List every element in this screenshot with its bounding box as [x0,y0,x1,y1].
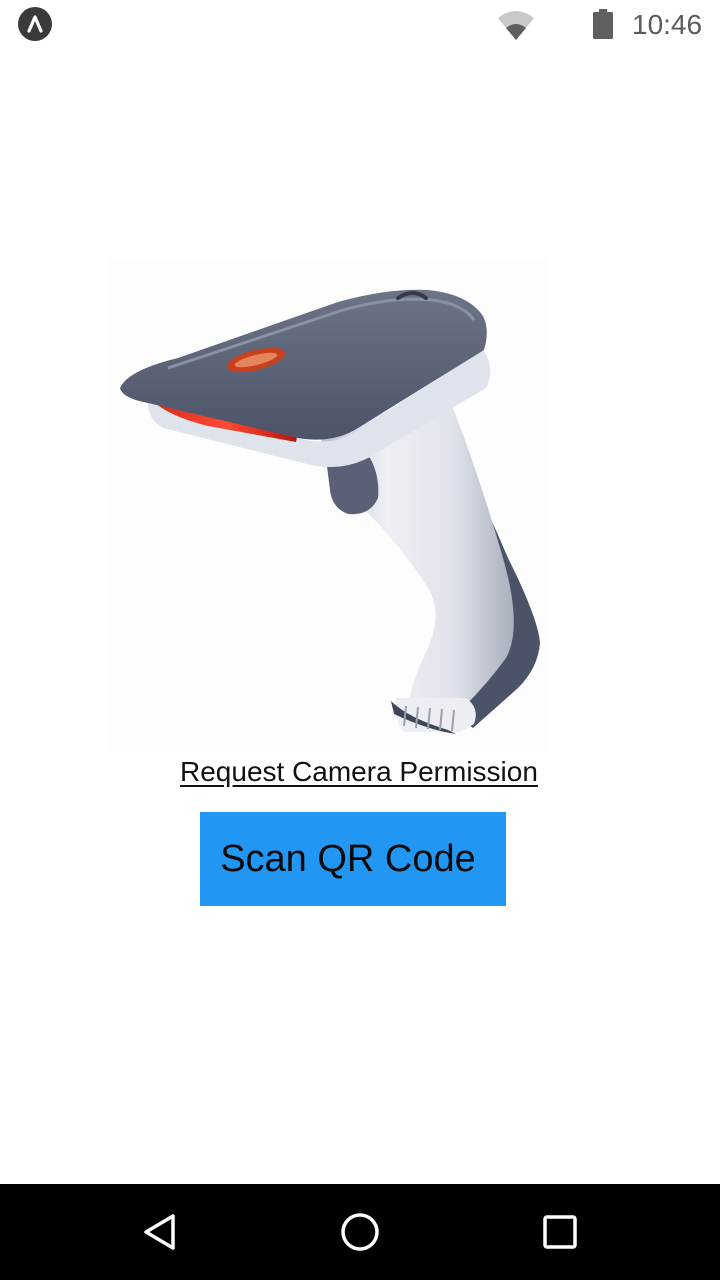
app-screen: 10:46 Request Camera Permission Scan QR … [0,0,720,1280]
status-bar: 10:46 [0,0,720,48]
scan-qr-code-button-label: Scan QR Code [220,838,476,880]
home-icon[interactable] [335,1208,385,1258]
app-notification-icon [18,7,52,41]
back-icon[interactable] [136,1208,186,1258]
system-navigation-bar [0,1184,720,1280]
battery-icon [592,9,614,39]
scan-qr-code-button[interactable]: Scan QR Code [200,812,506,906]
request-camera-permission-link[interactable]: Request Camera Permission [180,754,538,790]
barcode-scanner-image [108,258,548,752]
recents-icon[interactable] [535,1208,585,1258]
wifi-icon [497,10,535,40]
status-time: 10:46 [632,9,703,40]
